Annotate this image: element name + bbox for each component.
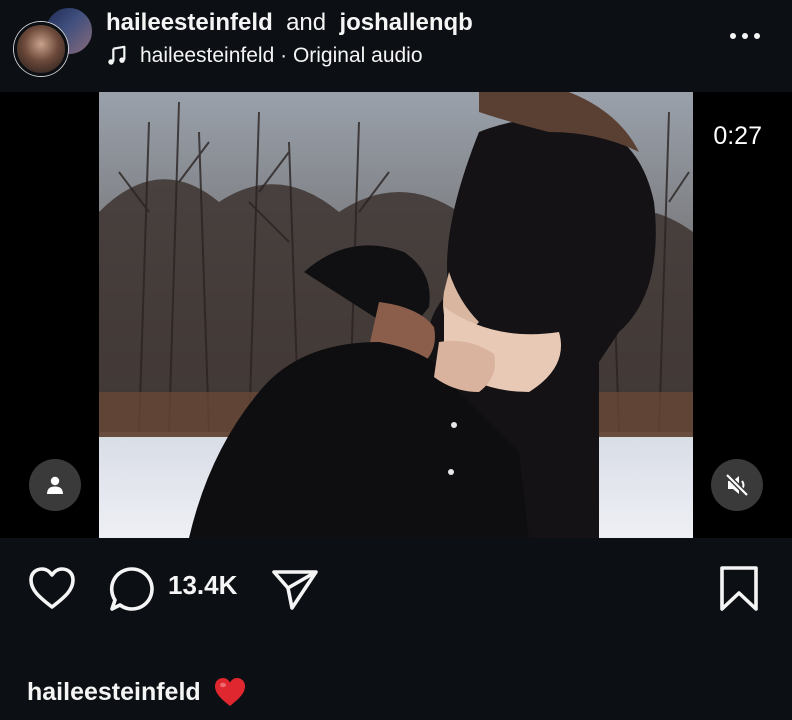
heart-outline-icon[interactable] [27, 565, 77, 611]
post-actions: 13.4K [0, 538, 792, 638]
paper-plane-icon[interactable] [270, 566, 320, 612]
video-player[interactable]: 0:27 [0, 92, 792, 538]
red-heart-emoji [214, 678, 245, 706]
video-frame[interactable] [99, 92, 693, 538]
audio-label: Original audio [292, 44, 423, 67]
comment-count[interactable]: 13.4K [168, 570, 237, 601]
more-dot [754, 33, 760, 39]
comment-bubble-icon[interactable] [108, 565, 156, 613]
tagged-users-button[interactable] [29, 459, 81, 511]
caption-username[interactable]: haileesteinfeld [27, 678, 201, 707]
authors-joiner: and [279, 9, 333, 36]
post-authors: haileesteinfeld and joshallenqb [106, 8, 473, 38]
author-link-joshallenqb[interactable]: joshallenqb [339, 9, 472, 36]
person-icon [47, 476, 63, 494]
audio-separator: · [274, 44, 293, 67]
bookmark-icon[interactable] [718, 565, 760, 613]
more-options-button[interactable] [730, 24, 768, 48]
video-frame-image [99, 92, 693, 538]
caption: haileesteinfeld [27, 676, 247, 708]
collab-avatars[interactable] [14, 6, 94, 76]
more-dot [742, 33, 748, 39]
post-header: haileesteinfeld and joshallenqb haileest… [0, 0, 792, 92]
music-note-icon [108, 45, 126, 65]
author-link-haileesteinfeld[interactable]: haileesteinfeld [106, 9, 273, 36]
audio-attribution[interactable]: haileesteinfeld · Original audio [106, 42, 423, 70]
speaker-muted-icon [725, 473, 749, 497]
more-horizontal-icon [730, 33, 736, 39]
mute-toggle-button[interactable] [711, 459, 763, 511]
avatar-haileesteinfeld[interactable] [14, 22, 68, 76]
audio-author: haileesteinfeld [140, 44, 275, 67]
video-timer: 0:27 [713, 122, 762, 150]
